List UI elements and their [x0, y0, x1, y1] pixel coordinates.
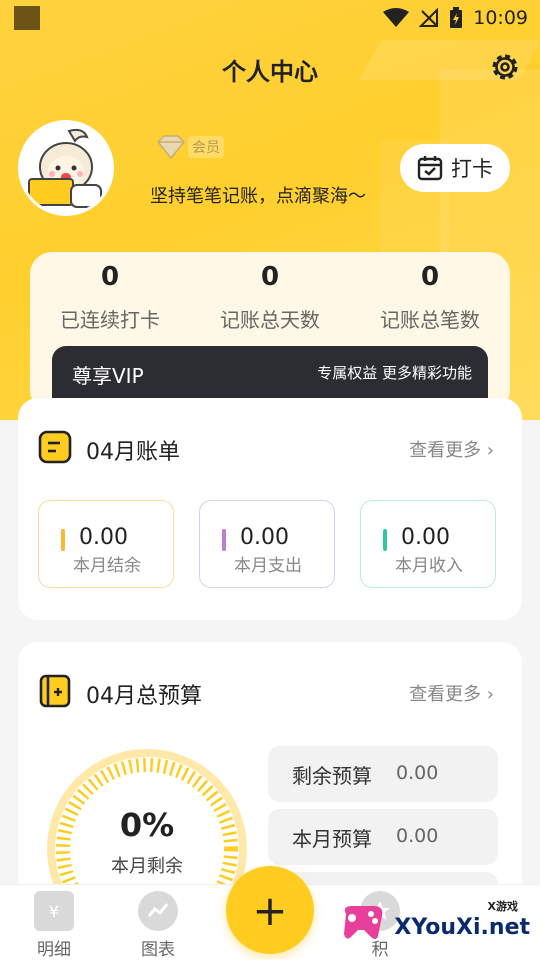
- member-badge: 会员: [156, 134, 224, 160]
- expense-label: 本月支出: [234, 556, 302, 576]
- balance-value: 0.00: [79, 525, 128, 550]
- bill-more-link[interactable]: 查看更多 ›: [409, 436, 494, 462]
- add-record-button[interactable]: +: [226, 866, 314, 954]
- tab-label: 明细: [37, 940, 71, 960]
- row-label: 本月预算: [292, 827, 372, 851]
- expense-value: 0.00: [240, 525, 289, 550]
- row-value: 0.00: [396, 825, 439, 847]
- budget-title: 04月总预算: [86, 684, 202, 709]
- row-value: 0.00: [396, 762, 439, 784]
- watermark-text: XYouXi.net: [394, 914, 530, 940]
- wifi-icon: [383, 8, 410, 27]
- member-badge-label: 会员: [188, 136, 224, 158]
- diamond-icon: [156, 135, 186, 160]
- plus-icon: +: [252, 885, 288, 935]
- stat-streak: 0 已连续打卡: [30, 262, 190, 333]
- income-tile[interactable]: 0.00 本月收入: [360, 500, 496, 588]
- clock: 10:09: [473, 7, 528, 29]
- stat-label: 记账总笔数: [380, 308, 480, 332]
- income-value: 0.00: [401, 525, 450, 550]
- balance-indicator: [61, 529, 65, 551]
- monthly-bill-card: 04月账单 查看更多 › 0.00 本月结余 0.00 本月支出 0.00 本月…: [18, 398, 522, 620]
- page-title: 个人中心: [222, 58, 318, 86]
- vip-subtitle: 专属权益 更多精彩功能: [317, 364, 472, 382]
- monthly-bill-title: 04月账单: [86, 440, 180, 465]
- budget-more-link[interactable]: 查看更多 ›: [409, 680, 494, 706]
- stat-value: 0: [100, 262, 120, 292]
- stat-total-entries: 0 记账总笔数: [350, 262, 510, 333]
- avatar-image: [21, 123, 111, 213]
- more-label: 查看更多: [409, 440, 482, 461]
- watermark: XYouXi.net X游戏: [338, 900, 530, 942]
- user-motto: 坚持笔笔记账，点滴聚海～: [150, 186, 366, 207]
- balance-label: 本月结余: [73, 556, 141, 576]
- svg-text:¥: ¥: [49, 902, 59, 921]
- stat-label: 已连续打卡: [60, 308, 160, 332]
- budget-book-icon: [39, 674, 71, 708]
- expense-tile[interactable]: 0.00 本月支出: [199, 500, 335, 588]
- gear-icon[interactable]: [488, 50, 522, 84]
- calendar-check-icon: [417, 156, 443, 181]
- checkin-label: 打卡: [451, 157, 493, 181]
- avatar[interactable]: [18, 120, 114, 216]
- bill-icon: [38, 430, 72, 464]
- tab-label: 图表: [141, 940, 175, 960]
- gamepad-icon: [344, 906, 383, 939]
- stat-total-days: 0 记账总天数: [190, 262, 350, 333]
- watermark-small: X游戏: [487, 900, 518, 913]
- monthly-budget-row: 本月预算 0.00: [268, 809, 498, 865]
- notification-icon: [14, 6, 40, 30]
- vip-title: 尊享VIP: [72, 364, 144, 388]
- row-label: 剩余预算: [292, 764, 372, 788]
- tab-charts[interactable]: 图表: [118, 891, 198, 960]
- balance-tile[interactable]: 0.00 本月结余: [38, 500, 174, 588]
- chevron-right-icon: ›: [481, 440, 494, 461]
- stat-value: 0: [260, 262, 280, 292]
- income-label: 本月收入: [395, 556, 463, 576]
- more-label: 查看更多: [409, 684, 482, 705]
- status-bar: 10:09: [0, 0, 540, 36]
- budget-percent-label: 本月剩余: [111, 856, 183, 877]
- chevron-right-icon: ›: [481, 684, 494, 705]
- checkin-button[interactable]: 打卡: [400, 144, 510, 192]
- income-indicator: [383, 529, 387, 551]
- stat-value: 0: [420, 262, 440, 292]
- battery-charging-icon: [450, 7, 463, 28]
- stat-label: 记账总天数: [220, 308, 320, 332]
- signal-off-icon: [419, 8, 439, 27]
- chart-icon: [138, 891, 178, 931]
- budget-percent: 0%: [119, 806, 175, 844]
- stats-card: 0 已连续打卡 0 记账总天数 0 记账总笔数 尊享VIP 专属权益 更多精彩功…: [30, 252, 510, 412]
- remaining-budget-row: 剩余预算 0.00: [268, 746, 498, 802]
- receipt-icon: ¥: [34, 891, 74, 931]
- expense-indicator: [222, 529, 226, 551]
- tab-details[interactable]: ¥ 明细: [14, 891, 94, 960]
